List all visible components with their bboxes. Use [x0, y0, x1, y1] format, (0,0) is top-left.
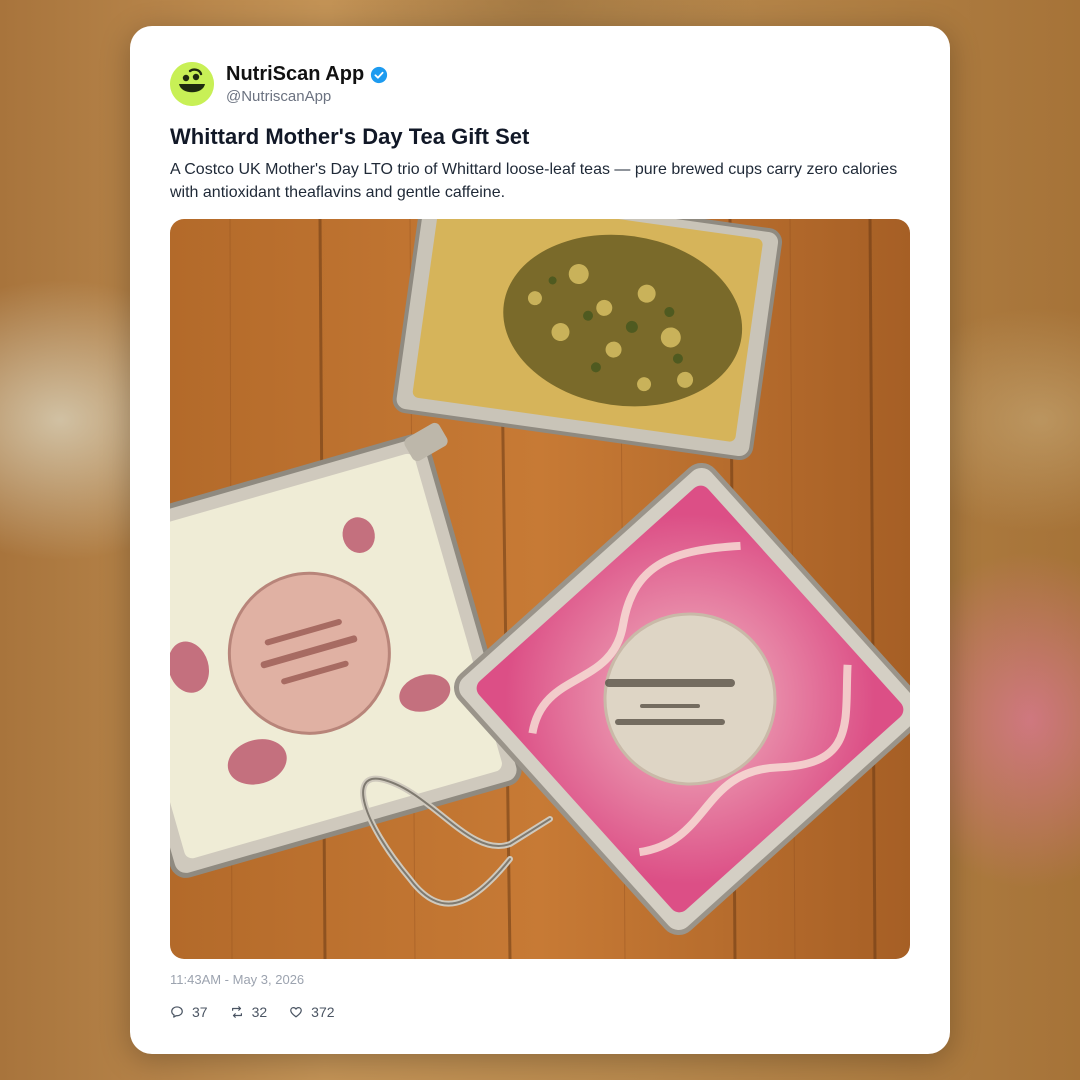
- post-timestamp[interactable]: 11:43AM - May 3, 2026: [170, 972, 304, 987]
- post-image[interactable]: [170, 219, 910, 959]
- avatar[interactable]: [170, 62, 214, 106]
- like-icon: [290, 1007, 303, 1018]
- repost-count: 32: [251, 1004, 268, 1020]
- nutriscan-logo-icon: [170, 62, 214, 106]
- author-name[interactable]: NutriScan App: [226, 63, 364, 86]
- reply-icon: [171, 1006, 183, 1018]
- reply-count: 37: [192, 1004, 208, 1020]
- like-count: 372: [311, 1004, 335, 1020]
- engagement-bar: 37 32 372: [170, 1004, 335, 1020]
- repost-button[interactable]: 32: [230, 1004, 268, 1020]
- post-card: NutriScan App @NutriscanApp Whittard Mot…: [130, 26, 950, 1054]
- verified-badge-icon: [371, 66, 388, 83]
- like-button[interactable]: 372: [289, 1004, 335, 1020]
- author-row: NutriScan App: [226, 63, 388, 86]
- author-handle[interactable]: @NutriscanApp: [226, 88, 331, 105]
- post-title: Whittard Mother's Day Tea Gift Set: [170, 124, 530, 149]
- repost-icon: [231, 1006, 242, 1018]
- tea-tins-photo: [170, 219, 910, 959]
- post-description: A Costco UK Mother's Day LTO trio of Whi…: [170, 161, 898, 201]
- reply-button[interactable]: 37: [170, 1004, 208, 1020]
